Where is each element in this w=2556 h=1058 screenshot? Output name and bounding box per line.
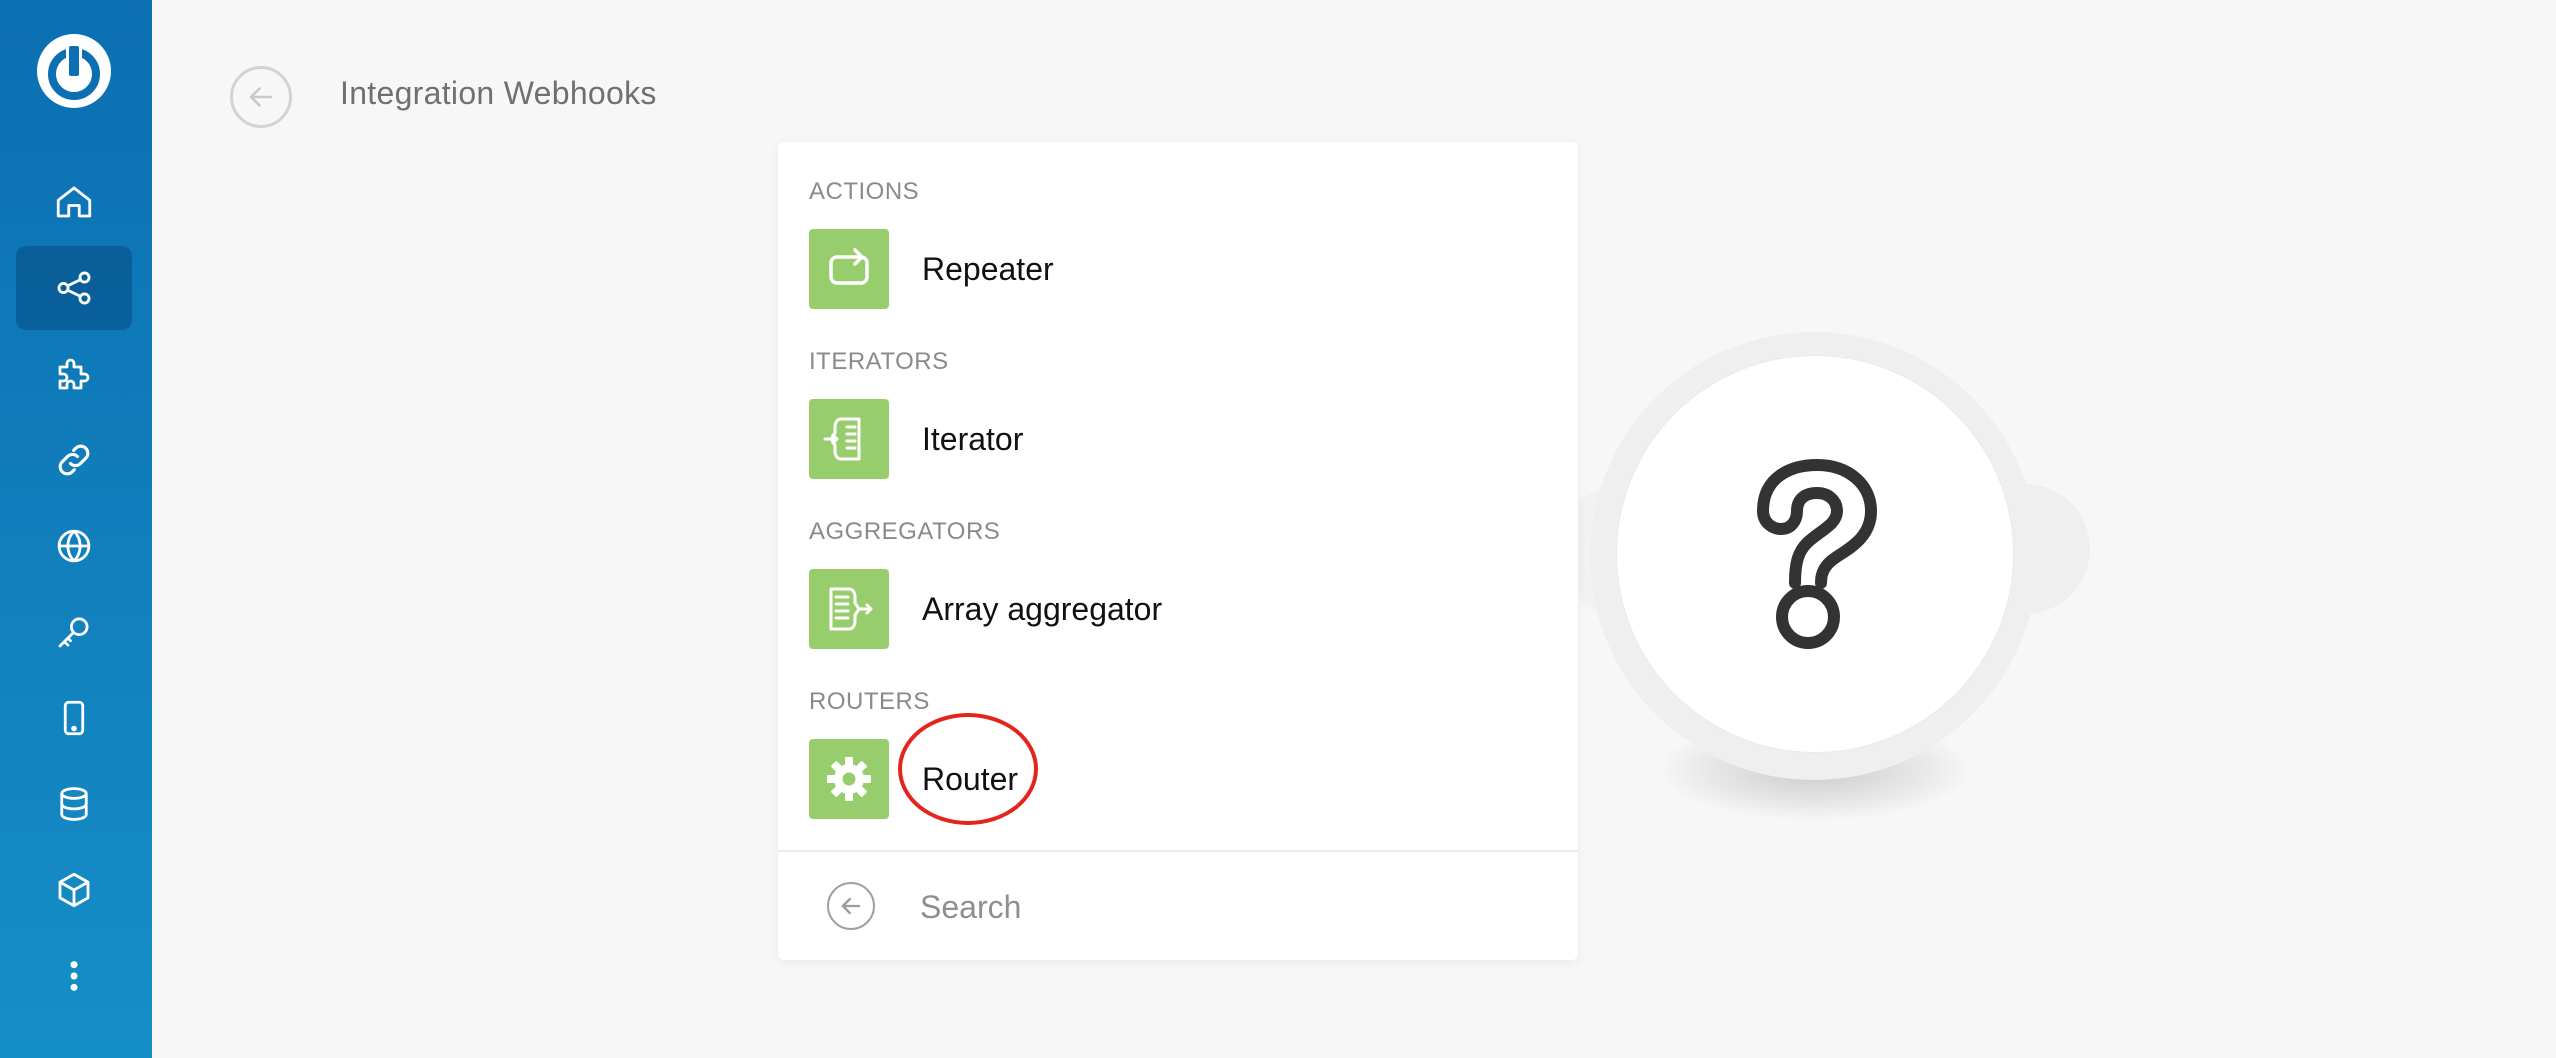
- globe-icon: [57, 529, 91, 563]
- database-icon: [60, 787, 88, 821]
- key-icon: [58, 617, 89, 648]
- menu-item-label: Iterator: [922, 420, 1024, 457]
- sidebar-item-webhooks[interactable]: [16, 504, 132, 588]
- sidebar-item-scenarios[interactable]: [16, 246, 132, 330]
- link-icon: [58, 444, 90, 476]
- section-label-actions: ACTIONS: [809, 178, 920, 205]
- section-label-iterators: ITERATORS: [809, 348, 949, 375]
- arrow-left-circle-icon: [249, 87, 273, 107]
- sidebar-item-templates[interactable]: [16, 332, 132, 416]
- menu-search-bar: [778, 852, 1578, 960]
- search-input[interactable]: [918, 880, 1522, 934]
- aggregator-icon: [809, 569, 889, 649]
- back-button[interactable]: [230, 66, 292, 128]
- menu-item-label: Repeater: [922, 250, 1054, 287]
- section-label-routers: ROUTERS: [809, 688, 930, 715]
- page-title: Integration Webhooks: [340, 75, 657, 111]
- more-vertical-icon: [70, 961, 78, 991]
- menu-item-router[interactable]: Router: [809, 712, 1539, 825]
- sidebar-item-keys[interactable]: [16, 590, 132, 674]
- iterator-icon: [809, 399, 889, 479]
- share-icon: [57, 271, 91, 305]
- puzzle-icon: [58, 358, 90, 390]
- search-back-button[interactable]: [827, 882, 875, 930]
- menu-item-repeater[interactable]: Repeater: [809, 228, 1539, 310]
- mobile-icon: [63, 700, 85, 736]
- sidebar: [0, 0, 152, 1058]
- module-picker-menu: ACTIONS Repeater ITERATORS Iterator AGGR…: [778, 142, 1578, 960]
- sidebar-item-connections[interactable]: [16, 418, 132, 502]
- power-logo-icon[interactable]: [37, 34, 111, 108]
- cube-icon: [58, 872, 90, 908]
- menu-item-array-aggregator[interactable]: Array aggregator: [809, 568, 1539, 650]
- highlight-annotation-circle: [898, 712, 1038, 825]
- menu-item-label: Router: [898, 712, 1038, 825]
- menu-item-iterator[interactable]: Iterator: [809, 398, 1539, 480]
- repeat-icon: [809, 229, 889, 309]
- sidebar-item-data-stores[interactable]: [16, 762, 132, 846]
- sidebar-item-home[interactable]: [16, 160, 132, 244]
- empty-module[interactable]: [1617, 356, 2013, 752]
- section-label-aggregators: AGGREGATORS: [809, 518, 1001, 545]
- sidebar-item-devices[interactable]: [16, 676, 132, 760]
- question-mark-icon: [1757, 459, 1877, 649]
- home-icon: [56, 186, 92, 218]
- sidebar-item-data-structures[interactable]: [16, 848, 132, 932]
- menu-item-label: Array aggregator: [922, 590, 1163, 627]
- gear-icon: [809, 739, 889, 819]
- arrow-left-circle-icon: [841, 897, 861, 915]
- sidebar-item-more[interactable]: [16, 934, 132, 1018]
